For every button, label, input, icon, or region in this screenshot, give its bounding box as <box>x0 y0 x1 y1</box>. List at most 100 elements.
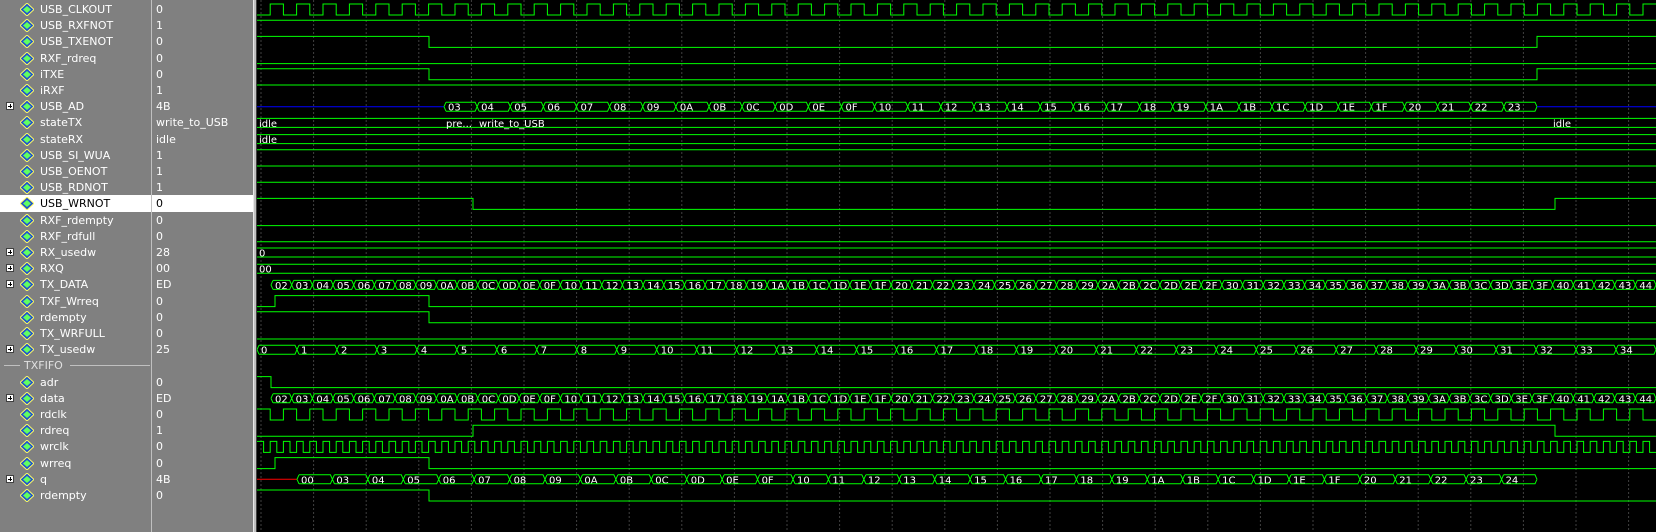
signal-row[interactable]: iRXF <box>0 82 151 99</box>
signal-row[interactable]: TX_usedw <box>0 341 151 358</box>
bus-value-label: 28 <box>1380 346 1393 357</box>
bus-value-label: 32 <box>1267 394 1280 405</box>
signal-row[interactable]: stateTX <box>0 114 151 131</box>
bus-value-label: 1B <box>792 281 805 292</box>
bus-value-label: 16 <box>901 346 914 357</box>
bus-value-label: 1F <box>1375 103 1387 114</box>
signal-row[interactable]: TX_DATA <box>0 276 151 293</box>
signal-row[interactable]: q <box>0 471 151 488</box>
signal-row[interactable]: stateRX <box>0 131 151 148</box>
signal-row[interactable]: USB_WRNOT <box>0 195 151 213</box>
signal-row[interactable]: rdempty <box>0 487 151 504</box>
bus-value-label: 23 <box>1508 103 1521 114</box>
signal-trace <box>257 35 1656 48</box>
signal-trace <box>257 376 1656 389</box>
bus-value-label: 11 <box>585 281 598 292</box>
bus-value-label: 0A <box>584 475 597 486</box>
bus-value-label: 2E <box>1185 394 1198 405</box>
expand-icon[interactable] <box>6 474 14 483</box>
signal-trace <box>257 197 1656 210</box>
signal-row[interactable]: RXF_rdreq <box>0 50 151 67</box>
signal-row[interactable]: wrclk <box>0 438 151 455</box>
bus-value-label: 22 <box>1435 475 1448 486</box>
bus-trace <box>477 117 1551 128</box>
signal-trace <box>257 489 1656 502</box>
clock-trace <box>257 440 1656 453</box>
bus-value-label: idle <box>259 135 277 146</box>
signal-row[interactable]: rdclk <box>0 406 151 423</box>
bus-value-label: 3D <box>1495 394 1509 405</box>
signal-row[interactable]: TXF_Wrreq <box>0 293 151 310</box>
signal-diamond-icon <box>20 456 34 470</box>
bus-value-label: 1C <box>1276 103 1289 114</box>
bus-value-label: 00 <box>301 475 314 486</box>
signal-value: 1 <box>156 165 163 178</box>
bus-value-label: 1F <box>874 281 886 292</box>
bus-value-label: 32 <box>1540 346 1553 357</box>
expand-icon[interactable] <box>6 280 14 289</box>
bus-value-label: 10 <box>564 394 577 405</box>
signal-row[interactable]: USB_AD <box>0 98 151 115</box>
signal-name: RXF_rdempty <box>40 213 114 227</box>
signal-row[interactable]: USB_SI_WUA <box>0 147 151 164</box>
signal-row[interactable]: wrreq <box>0 455 151 472</box>
expand-icon[interactable] <box>6 264 14 273</box>
bus-value-label: 0C <box>482 394 495 405</box>
signal-row[interactable]: USB_RDNOT <box>0 179 151 196</box>
signal-diamond-icon <box>20 213 34 227</box>
signal-diamond-icon <box>20 148 34 162</box>
expand-icon[interactable] <box>6 393 14 402</box>
bus-value-label: 16 <box>1077 103 1090 114</box>
signal-row[interactable]: USB_RXFNOT <box>0 17 151 34</box>
bus-value-label: 26 <box>1019 394 1032 405</box>
signal-row[interactable]: rdempty <box>0 309 151 326</box>
signal-value: 1 <box>156 148 163 162</box>
group-divider: TXFIFO <box>0 357 151 374</box>
signal-row[interactable]: USB_TXENOT <box>0 33 151 50</box>
signal-row[interactable]: data <box>0 390 151 407</box>
bus-value-label: 0A <box>440 281 453 292</box>
signal-row[interactable]: adr <box>0 374 151 391</box>
bus-value-label: 19 <box>1116 475 1129 486</box>
signal-value: 0 <box>156 408 163 421</box>
signal-row[interactable]: TX_WRFULL <box>0 325 151 342</box>
signal-row[interactable]: iTXE <box>0 66 151 83</box>
bus-value-label: 0D <box>502 394 516 405</box>
bus-value-label: 18 <box>1080 475 1093 486</box>
bus-value-label: 2C <box>1143 281 1156 292</box>
signal-row[interactable]: rdreq <box>0 422 151 439</box>
bus-value-label: 09 <box>420 394 433 405</box>
signal-row[interactable]: USB_OENOT <box>0 163 151 180</box>
signal-row[interactable]: RXF_rdfull <box>0 228 151 245</box>
bus-value-label: 25 <box>1260 346 1273 357</box>
bus-value-label: 1E <box>854 394 867 405</box>
expand-icon[interactable] <box>6 345 14 354</box>
signal-name: rdreq <box>40 424 70 438</box>
expand-icon[interactable] <box>6 102 14 111</box>
bus-value-label: 43 <box>1619 281 1632 292</box>
signal-row[interactable]: RXF_rdempty <box>0 212 151 229</box>
signal-row[interactable]: RXQ <box>0 260 151 277</box>
signal-diamond-icon <box>20 84 34 97</box>
bus-value-label: 31 <box>1500 346 1513 357</box>
bus-value-label: 11 <box>701 346 714 357</box>
bus-value-label: 17 <box>941 346 954 357</box>
signal-row[interactable]: USB_CLKOUT <box>0 1 151 18</box>
signal-value: 0 <box>156 3 163 16</box>
signal-value: 0 <box>152 195 253 213</box>
bus-value-label: 2B <box>1123 394 1136 405</box>
signal-row[interactable]: RX_usedw <box>0 244 151 261</box>
expand-icon[interactable] <box>6 248 14 256</box>
bus-value-label: 0 <box>259 249 265 260</box>
bus-value-label: 03 <box>336 475 349 486</box>
signal-value: 0 <box>156 456 163 470</box>
bus-value-label: 22 <box>1140 346 1153 357</box>
waveform-pane[interactable]: 03 04 05 06 07 08 09 0A 0B 0C 0D 0E 0F 10 11 12 13 14 15 16… <box>257 0 1656 532</box>
signal-name: rdempty <box>40 310 87 324</box>
bus-value-label: 09 <box>647 103 660 114</box>
signal-name: q <box>40 472 47 486</box>
signal-name: TXF_Wrreq <box>40 294 99 308</box>
bus-value-label: 36 <box>1350 394 1363 405</box>
signal-name: USB_CLKOUT <box>40 3 112 16</box>
bus-trace <box>257 134 1656 145</box>
